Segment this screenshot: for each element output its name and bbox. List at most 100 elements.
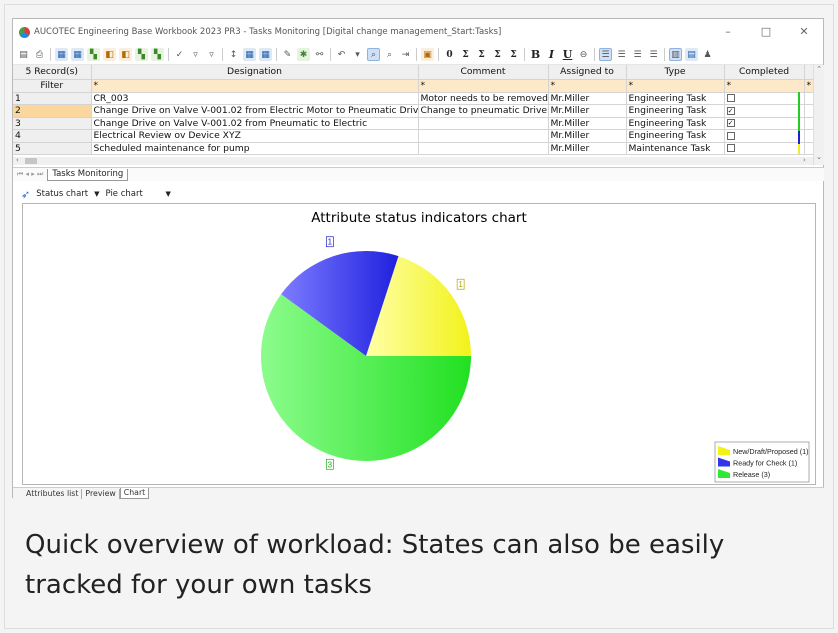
export-icon[interactable]: ▤ (685, 48, 698, 61)
grid-icon[interactable]: ▦ (55, 48, 68, 61)
align-left-icon[interactable]: ☰ (599, 48, 612, 61)
row-number[interactable]: 2 (13, 104, 92, 118)
new-record-icon[interactable]: ▤ (17, 48, 30, 61)
cell-designation[interactable]: Electrical Review ov Device XYZ (91, 129, 419, 143)
strikethrough-icon[interactable]: ⊖ (577, 48, 590, 61)
scroll-up-icon[interactable]: ⌃ (814, 65, 824, 75)
completed-checkbox[interactable]: ✓ (726, 119, 735, 128)
edit-icon[interactable]: ✎ (281, 48, 294, 61)
filter-clear-icon[interactable]: ▿ (205, 48, 218, 61)
sum-total-icon[interactable]: Σ (507, 48, 520, 61)
vertical-scrollbar[interactable]: ⌃ ⌄ (813, 65, 824, 165)
row-number[interactable]: 4 (13, 129, 92, 143)
italic-icon[interactable]: I (545, 48, 558, 61)
table-row[interactable]: 3 Change Drive on Valve V-001.02 from Pn… (13, 117, 814, 130)
scroll-down-icon[interactable]: ⌄ (814, 153, 824, 161)
row-number[interactable]: 3 (13, 117, 92, 130)
cell-type[interactable]: Engineering Task (626, 92, 725, 105)
column-header-designation[interactable]: Designation (91, 65, 419, 80)
compare-icon[interactable]: ▚ (135, 48, 148, 61)
attribute-icon[interactable]: ✱ (297, 48, 310, 61)
chart-selector[interactable]: Status chart (36, 189, 88, 199)
cell-comment[interactable] (418, 142, 549, 155)
completed-checkbox[interactable] (726, 94, 735, 103)
cell-designation[interactable]: Change Drive on Valve V-001.02 from Pneu… (91, 117, 419, 130)
filter-cell-designation[interactable]: * (91, 79, 419, 93)
cell-comment[interactable]: Motor needs to be removed (418, 92, 549, 105)
cell-comment[interactable]: Change to pneumatic Drive (418, 104, 549, 118)
column-header-assigned-to[interactable]: Assigned to (548, 65, 627, 80)
cell-completed[interactable]: ✓ (724, 104, 805, 118)
sum-x-icon[interactable]: Σ (475, 48, 488, 61)
completed-checkbox[interactable]: ✓ (726, 106, 735, 115)
filter-cell-status[interactable]: * (804, 79, 814, 93)
cell-assigned-to[interactable]: Mr.Miller (548, 92, 627, 105)
table-row[interactable]: 1 CR_003 Motor needs to be removed Mr.Mi… (13, 92, 814, 105)
table-icon[interactable]: ▦ (243, 48, 256, 61)
table-row[interactable]: 4 Electrical Review ov Device XYZ Mr.Mil… (13, 129, 814, 143)
cell-completed[interactable] (724, 129, 805, 143)
row-number[interactable]: 1 (13, 92, 92, 105)
search-icon[interactable]: ⌕ (367, 48, 380, 61)
maximize-button[interactable]: □ (747, 19, 785, 45)
sort-icon[interactable]: ↕ (227, 48, 240, 61)
chart-type-select[interactable]: Pie chart (106, 189, 160, 199)
calculate-icon[interactable]: ▣ (421, 48, 434, 61)
align-right-icon[interactable]: ☰ (631, 48, 644, 61)
completed-checkbox[interactable] (726, 131, 735, 140)
find-replace-icon[interactable]: ⌕ (383, 48, 396, 61)
chart-refresh-icon[interactable]: ➶ (21, 188, 30, 201)
horizontal-scrollbar[interactable]: ‹ › (13, 156, 813, 165)
pin-icon[interactable]: ⇥ (399, 48, 412, 61)
cell-type[interactable]: Engineering Task (626, 117, 725, 130)
sum-zero-icon[interactable]: 0 (443, 48, 456, 61)
grid-insert-icon[interactable]: ▦ (71, 48, 84, 61)
cell-designation[interactable]: CR_003 (91, 92, 419, 105)
dropdown-icon[interactable]: ▾ (351, 48, 364, 61)
cell-assigned-to[interactable]: Mr.Miller (548, 142, 627, 155)
chevron-down-icon[interactable]: ▼ (94, 190, 99, 198)
print-icon[interactable]: ⎙ (33, 48, 46, 61)
bold-icon[interactable]: B (529, 48, 542, 61)
cell-completed[interactable] (724, 142, 805, 155)
minimize-button[interactable]: – (709, 19, 747, 45)
filter-tree-icon[interactable]: ▚ (87, 48, 100, 61)
validate-icon[interactable]: ✓ (173, 48, 186, 61)
filter-cell-comment[interactable]: * (418, 79, 549, 93)
cell-completed[interactable]: ✓ (724, 117, 805, 130)
cell-assigned-to[interactable]: Mr.Miller (548, 117, 627, 130)
column-header-comment[interactable]: Comment (418, 65, 549, 80)
cell-type[interactable]: Maintenance Task (626, 142, 725, 155)
cell-type[interactable]: Engineering Task (626, 104, 725, 118)
chevron-down-icon[interactable]: ▼ (166, 190, 171, 198)
cell-type[interactable]: Engineering Task (626, 129, 725, 143)
link-icon[interactable]: ⚯ (313, 48, 326, 61)
sum-icon[interactable]: Σ (459, 48, 472, 61)
underline-icon[interactable]: U (561, 48, 574, 61)
wrap-icon[interactable]: ☰ (647, 48, 660, 61)
scroll-thumb[interactable] (25, 158, 37, 164)
align-center-icon[interactable]: ☰ (615, 48, 628, 61)
filter-cell-completed[interactable]: * (724, 79, 805, 93)
merge-icon[interactable]: ▚ (151, 48, 164, 61)
object-icon[interactable]: ◧ (103, 48, 116, 61)
undo-icon[interactable]: ↶ (335, 48, 348, 61)
cell-comment[interactable] (418, 117, 549, 130)
tab-tasks-monitoring[interactable]: Tasks Monitoring (47, 168, 129, 181)
object-copy-icon[interactable]: ◧ (119, 48, 132, 61)
filter-cell-assigned-to[interactable]: * (548, 79, 627, 93)
filter-icon[interactable]: ▿ (189, 48, 202, 61)
first-sheet-icon[interactable]: ⏮ ◂ ▸ ⏭ (17, 170, 43, 179)
table-row[interactable]: 2 Change Drive on Valve V-001.02 from El… (13, 104, 814, 118)
table-settings-icon[interactable]: ▦ (259, 48, 272, 61)
cell-assigned-to[interactable]: Mr.Miller (548, 104, 627, 118)
chart-view-icon[interactable]: ▥ (669, 48, 682, 61)
table-row[interactable]: 5 Scheduled maintenance for pump Mr.Mill… (13, 142, 814, 155)
column-header-completed[interactable]: Completed (724, 65, 805, 80)
column-header-type[interactable]: Type (626, 65, 725, 80)
row-number[interactable]: 5 (13, 142, 92, 155)
scroll-left-icon[interactable]: ‹ (16, 156, 19, 164)
scroll-right-icon[interactable]: › (803, 156, 806, 164)
tab-attributes-list[interactable]: Attributes list (23, 489, 83, 499)
users-icon[interactable]: ♟ (701, 48, 714, 61)
